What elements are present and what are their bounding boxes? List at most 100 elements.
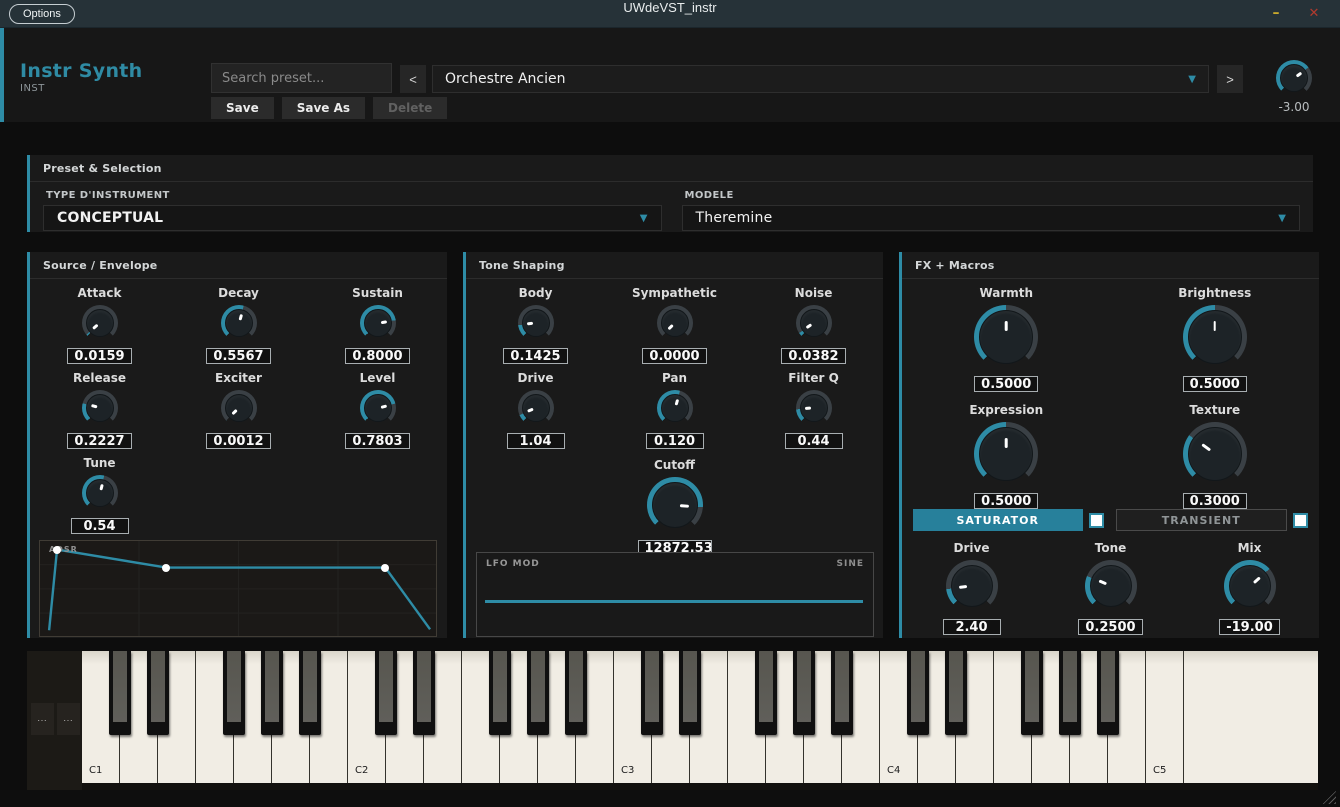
prev-preset-button[interactable]: < (400, 65, 426, 93)
texture-value[interactable]: 0.3000 (1183, 493, 1247, 509)
body-knob[interactable] (518, 305, 554, 341)
exciter-knob[interactable] (221, 390, 257, 426)
expression-knob[interactable] (974, 422, 1038, 486)
black-key[interactable] (831, 651, 853, 735)
drive-knob[interactable] (946, 560, 998, 612)
texture-knob-pointer (1170, 409, 1259, 498)
knob-knob[interactable] (1276, 60, 1312, 96)
black-key[interactable] (489, 651, 511, 735)
drive-value[interactable]: 2.40 (943, 619, 1001, 635)
transient-button[interactable]: TRANSIENT (1116, 509, 1288, 531)
decay-label: Decay (218, 286, 259, 300)
sympathetic-knob[interactable] (657, 305, 693, 341)
mix-knob[interactable] (1224, 560, 1276, 612)
brightness-knob[interactable] (1183, 305, 1247, 369)
black-key[interactable] (641, 651, 663, 735)
cutoff-knob-pointer (644, 475, 704, 535)
black-key[interactable] (679, 651, 701, 735)
sustain-label: Sustain (352, 286, 403, 300)
knob-group-decay: Decay 0.5567 (169, 286, 308, 364)
saturator-checkbox[interactable] (1089, 513, 1104, 528)
panel-title: Tone Shaping (466, 252, 883, 279)
black-key[interactable] (755, 651, 777, 735)
adsr-display[interactable]: ADSR (39, 540, 437, 637)
decay-knob[interactable] (221, 305, 257, 341)
drive-value[interactable]: 1.04 (507, 433, 565, 449)
black-key[interactable] (1059, 651, 1081, 735)
knob-group-expression: Expression0.5000 (902, 403, 1111, 509)
next-preset-button[interactable]: > (1217, 65, 1243, 93)
mix-value[interactable]: -19.00 (1219, 619, 1280, 635)
sustain-value[interactable]: 0.8000 (345, 348, 409, 364)
black-key[interactable] (261, 651, 283, 735)
black-key[interactable] (413, 651, 435, 735)
drive-knob[interactable] (518, 390, 554, 426)
close-button[interactable]: ✕ (1298, 0, 1330, 28)
warmth-knob[interactable] (974, 305, 1038, 369)
plugin-window: { "colors": { "accent": "#2e8ca6", "titl… (0, 0, 1340, 807)
sustain-knob[interactable] (360, 305, 396, 341)
black-key[interactable] (1097, 651, 1119, 735)
minimize-button[interactable]: – (1260, 0, 1292, 28)
release-knob[interactable] (82, 390, 118, 426)
tone-knob[interactable] (1085, 560, 1137, 612)
noise-label: Noise (795, 286, 833, 300)
level-value[interactable]: 0.7803 (345, 433, 409, 449)
search-preset-input[interactable] (211, 63, 392, 93)
noise-knob[interactable] (796, 305, 832, 341)
texture-knob[interactable] (1183, 422, 1247, 486)
noise-value[interactable]: 0.0382 (781, 348, 845, 364)
black-key[interactable] (109, 651, 131, 735)
release-value[interactable]: 0.2227 (67, 433, 131, 449)
tone-value[interactable]: 0.2500 (1078, 619, 1142, 635)
filter-q-knob[interactable] (796, 390, 832, 426)
black-key[interactable] (147, 651, 169, 735)
instrument-type-label: TYPE D'INSTRUMENT (46, 190, 662, 201)
delete-button[interactable]: Delete (373, 97, 447, 119)
decay-value[interactable]: 0.5567 (206, 348, 270, 364)
keyboard-option-button[interactable]: ... (31, 703, 54, 735)
black-key[interactable] (223, 651, 245, 735)
body-value[interactable]: 0.1425 (503, 348, 567, 364)
level-knob[interactable] (360, 390, 396, 426)
pan-value[interactable]: 0.120 (646, 433, 704, 449)
knob-group-drive: Drive2.40 (902, 541, 1041, 635)
expression-value[interactable]: 0.5000 (974, 493, 1038, 509)
save-as-button[interactable]: Save As (282, 97, 365, 119)
pan-label: Pan (662, 371, 687, 385)
black-key[interactable] (945, 651, 967, 735)
lfo-mod-display[interactable]: LFO MOD SINE (476, 552, 874, 637)
saturator-button[interactable]: SATURATOR (913, 509, 1083, 531)
instrument-type-dropdown[interactable]: CONCEPTUAL ▼ (43, 205, 662, 231)
transient-checkbox[interactable] (1293, 513, 1308, 528)
pan-knob[interactable] (657, 390, 693, 426)
keyboard-option-button[interactable]: ... (57, 703, 80, 735)
black-key[interactable] (907, 651, 929, 735)
adsr-node[interactable] (162, 564, 170, 572)
preset-dropdown[interactable]: Orchestre Ancien ▼ (432, 65, 1209, 93)
attack-knob[interactable] (82, 305, 118, 341)
sympathetic-value[interactable]: 0.0000 (642, 348, 706, 364)
knob-knob-pointer (1269, 53, 1319, 103)
white-key[interactable]: C5 (1146, 651, 1184, 783)
black-key[interactable] (375, 651, 397, 735)
brightness-value[interactable]: 0.5000 (1183, 376, 1247, 392)
save-button[interactable]: Save (211, 97, 274, 119)
black-key[interactable] (299, 651, 321, 735)
black-key[interactable] (565, 651, 587, 735)
black-key[interactable] (1021, 651, 1043, 735)
black-key[interactable] (527, 651, 549, 735)
model-dropdown[interactable]: Theremine ▼ (682, 205, 1301, 231)
cutoff-knob[interactable] (647, 477, 703, 533)
body-knob-pointer (515, 303, 555, 343)
filter-q-value[interactable]: 0.44 (785, 433, 843, 449)
exciter-value[interactable]: 0.0012 (206, 433, 270, 449)
black-key[interactable] (793, 651, 815, 735)
attack-value[interactable]: 0.0159 (67, 348, 131, 364)
adsr-node[interactable] (381, 564, 389, 572)
warmth-value[interactable]: 0.5000 (974, 376, 1038, 392)
tune-value[interactable]: 0.54 (71, 518, 129, 534)
tune-knob[interactable] (82, 475, 118, 511)
sympathetic-knob-pointer (649, 298, 700, 349)
adsr-node[interactable] (53, 546, 61, 554)
